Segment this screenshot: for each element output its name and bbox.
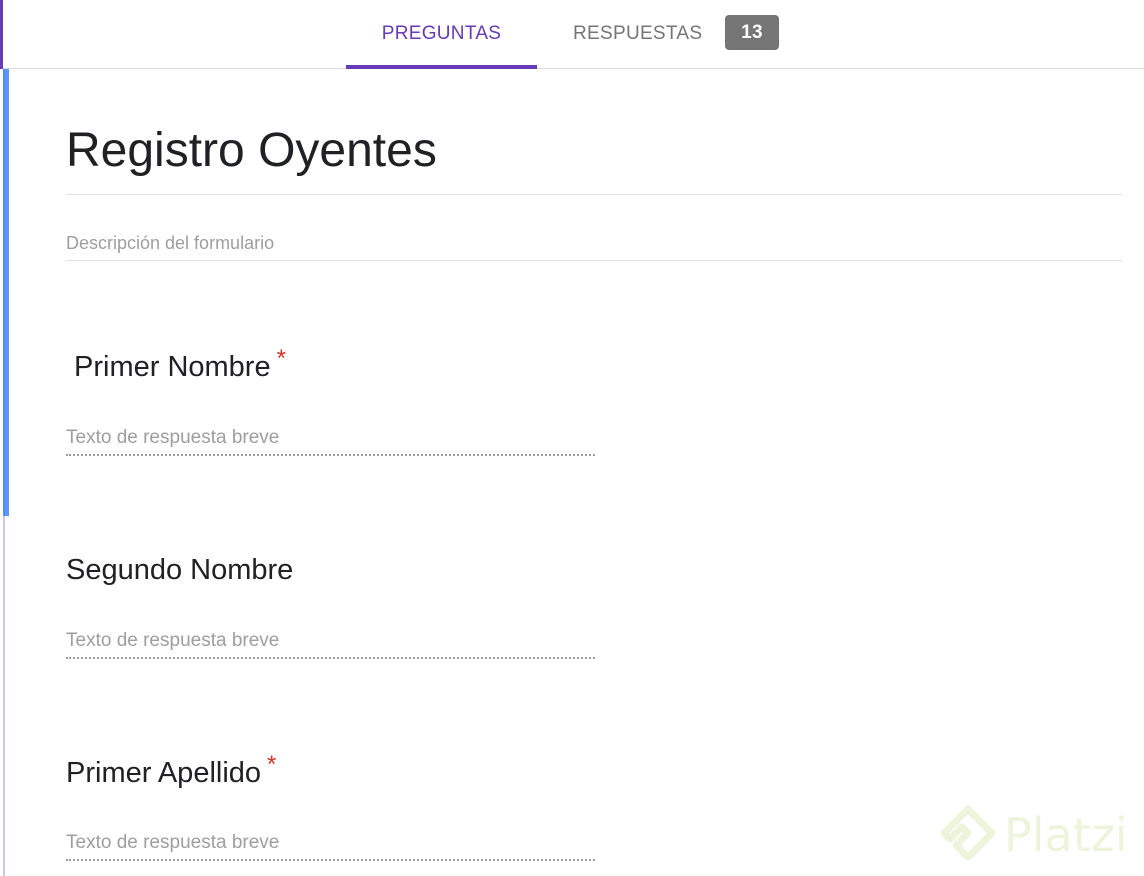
responses-count-badge: 13 (725, 15, 779, 50)
question-title[interactable]: Segundo Nombre (66, 554, 299, 587)
tab-questions[interactable]: PREGUNTAS (346, 0, 537, 69)
tab-header: PREGUNTAS RESPUESTAS 13 (0, 0, 1144, 69)
form-editor-page: PREGUNTAS RESPUESTAS 13 Registro Oyentes… (0, 0, 1144, 876)
form-title-field[interactable]: Registro Oyentes (66, 118, 1122, 195)
tab-questions-label: PREGUNTAS (381, 23, 502, 44)
question-title[interactable]: Primer Apellido * (66, 751, 276, 790)
question-title-text: Primer Nombre (74, 351, 271, 383)
header-accent (0, 0, 3, 69)
short-answer-input: Texto de respuesta breve (66, 426, 595, 456)
required-asterisk: * (267, 751, 277, 778)
question-title-text: Segundo Nombre (66, 554, 294, 586)
platzi-watermark: Platzi (940, 800, 1140, 870)
form-description-field[interactable]: Descripción del formulario (66, 228, 1122, 261)
tab-responses-label: RESPUESTAS (573, 23, 703, 44)
tab-active-indicator (346, 65, 537, 69)
required-asterisk: * (276, 345, 286, 372)
question-title[interactable]: Primer Nombre * (74, 345, 286, 384)
question-title-text: Primer Apellido (66, 757, 262, 789)
short-answer-input: Texto de respuesta breve (66, 831, 595, 861)
watermark-text: Platzi (1004, 808, 1128, 862)
platzi-logo-icon (940, 805, 996, 861)
active-section-indicator (3, 69, 9, 516)
short-answer-input: Texto de respuesta breve (66, 629, 595, 659)
tab-responses[interactable]: RESPUESTAS 13 (548, 0, 788, 68)
